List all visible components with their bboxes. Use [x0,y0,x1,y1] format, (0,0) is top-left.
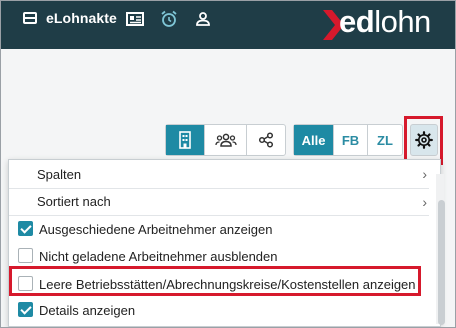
checkbox-checked[interactable] [18,302,33,317]
view-button-group [165,124,286,156]
app-window: eLohnakte edlohn Alle FB ZL Spalten › So… [0,0,456,328]
background-column-edge [1,183,8,193]
settings-dropdown-menu: Spalten › Sortiert nach › Ausgeschiedene… [8,159,445,327]
people-group-icon [214,133,237,147]
option-highlight-box [9,266,421,296]
chevron-right-icon: › [422,194,427,210]
filter-fb-button[interactable]: FB [334,125,368,155]
chevron-right-icon: › [422,166,427,182]
building-icon [179,131,191,149]
app-title[interactable]: eLohnakte [46,10,117,26]
filter-alle-button[interactable]: Alle [294,125,334,155]
user-icon[interactable] [193,9,213,29]
top-bar: eLohnakte edlohn [1,1,455,49]
alarm-clock-icon[interactable] [159,9,179,29]
menu-item-label: Sortiert nach [37,194,111,209]
edlohn-logo: edlohn [339,4,431,40]
filter-zl-button[interactable]: ZL [368,125,402,155]
logo-text-light: lohn [374,4,431,39]
filter-button-group: Alle FB ZL [293,124,403,156]
logo-text-bold: ed [339,4,375,39]
option-ausgeschiedene[interactable]: Ausgeschiedene Arbeitnehmer anzeigen [9,215,429,242]
menu-item-spalten[interactable]: Spalten › [9,161,429,187]
option-label: Details anzeigen [39,302,136,318]
option-details-anzeigen[interactable]: Details anzeigen [9,297,429,323]
share-view-button[interactable] [247,125,285,155]
settings-highlight-box [404,116,443,165]
people-group-view-button[interactable] [205,125,247,155]
menu-item-sortiert-nach[interactable]: Sortiert nach › [9,188,429,214]
checkbox-checked[interactable] [18,221,33,236]
menu-item-label: Spalten [37,166,82,182]
share-icon [258,132,274,148]
option-label: Nicht geladene Arbeitnehmer ausblenden [39,248,278,264]
option-label: Ausgeschiedene Arbeitnehmer anzeigen [39,221,273,237]
checkbox-unchecked[interactable] [18,248,33,263]
employee-card-icon[interactable] [125,9,145,29]
app-window-icon[interactable] [23,12,37,24]
menu-scrollbar-thumb[interactable] [438,200,445,325]
building-view-button[interactable] [166,125,205,155]
